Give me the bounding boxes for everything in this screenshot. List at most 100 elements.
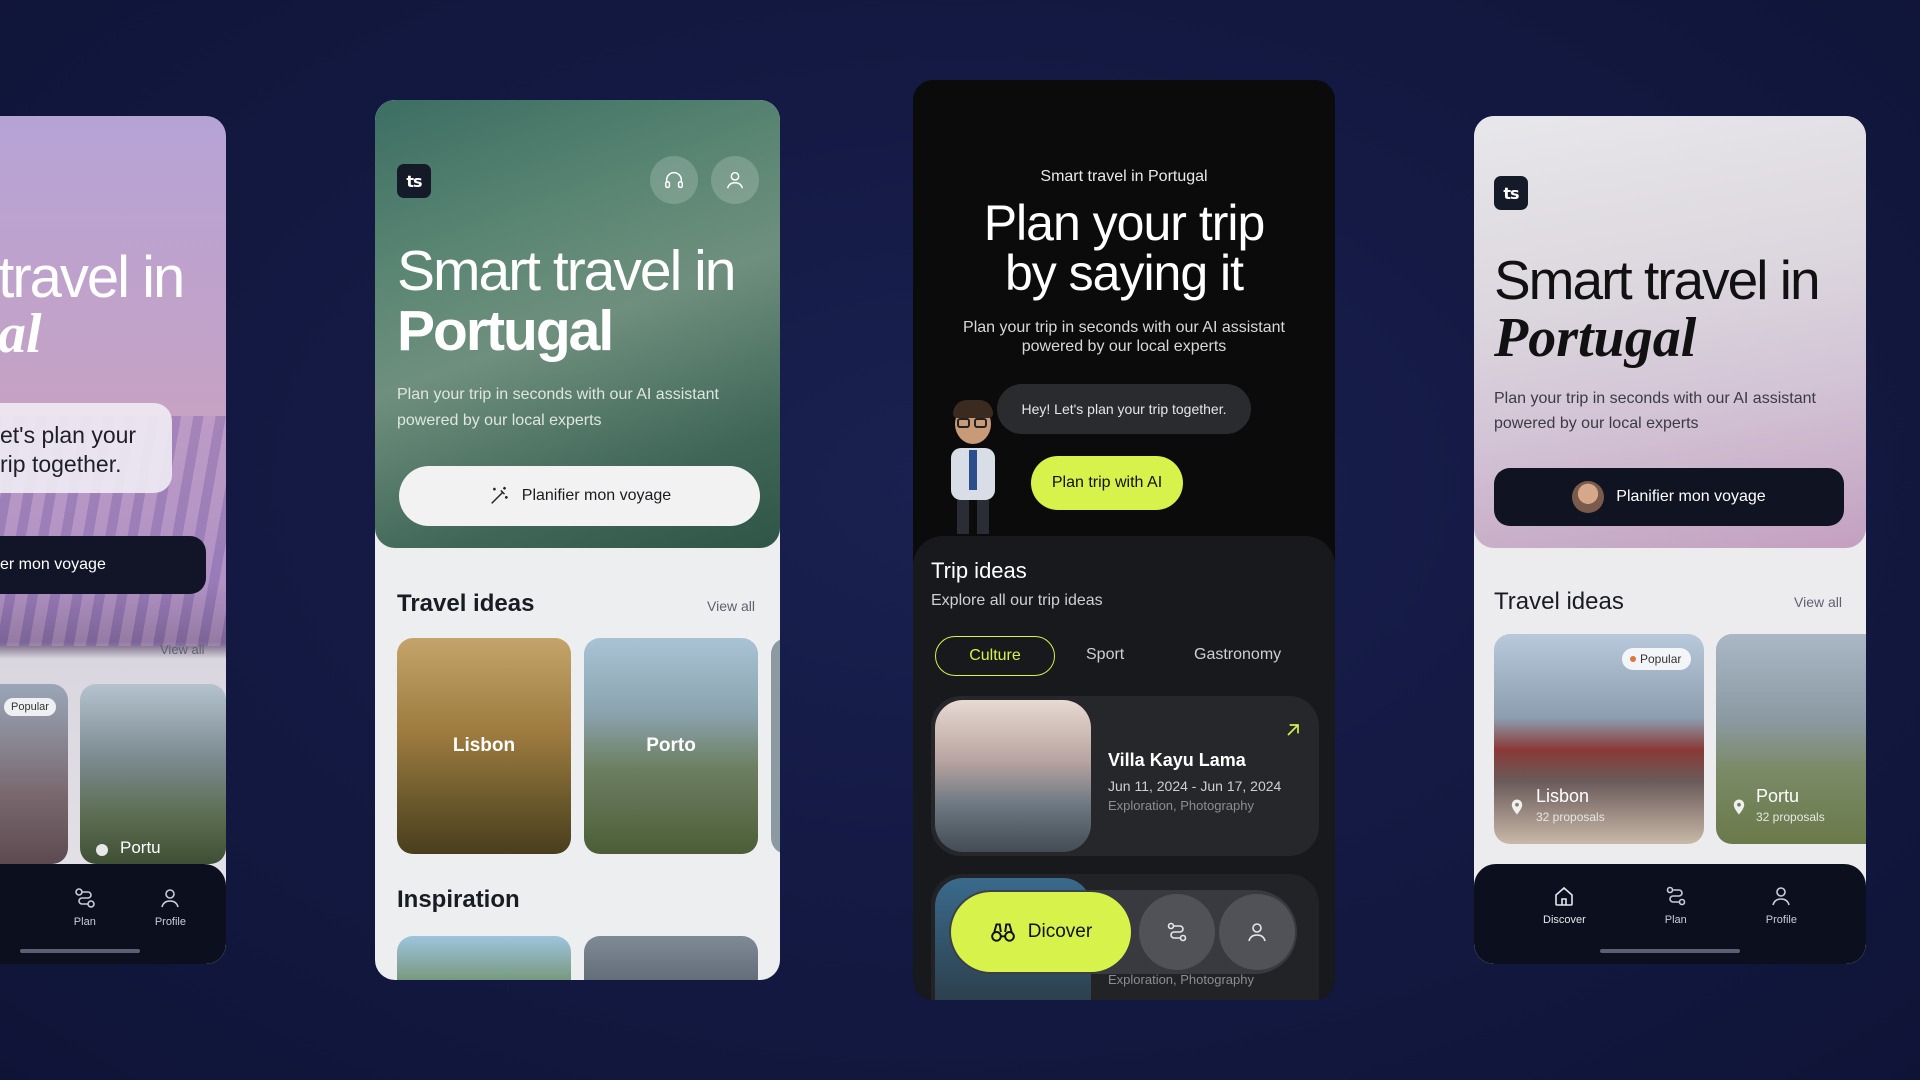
home-indicator xyxy=(1600,949,1740,953)
chat-bubble: Hey! Let's plan your trip together. xyxy=(997,384,1251,434)
card-label: Lisbon xyxy=(452,735,516,756)
nav-discover-label: Dicover xyxy=(1027,921,1093,942)
app-logo[interactable]: ts xyxy=(397,164,431,198)
travel-card-porto[interactable]: Portu 32 proposals xyxy=(1716,634,1866,844)
location-pin-icon xyxy=(1733,799,1745,815)
filter-sport[interactable]: Sport xyxy=(1086,646,1124,664)
card-label: Portu xyxy=(120,838,161,857)
travel-card-porto[interactable]: Portu xyxy=(80,684,226,864)
chat-bubble-text: Hey! Let's plan your trip together. xyxy=(1021,401,1227,417)
user-icon xyxy=(726,171,744,189)
route-icon xyxy=(75,888,95,908)
card-label: Porto xyxy=(646,735,696,756)
nav-profile-label: Profile xyxy=(154,916,186,928)
chat-bubble-text: et's plan your rip together. xyxy=(0,422,137,477)
trip-card[interactable]: Villa Kayu Lama Jun 11, 2024 - Jun 17, 2… xyxy=(931,696,1319,856)
nav-profile-button[interactable] xyxy=(1219,894,1295,970)
nav-profile[interactable]: Profile xyxy=(155,886,186,964)
plan-voyage-button[interactable]: Planifier mon voyage xyxy=(1494,468,1844,526)
card-label: Portu xyxy=(1756,786,1800,806)
profile-button[interactable] xyxy=(711,156,759,204)
trip-dates: Jun 11, 2024 - Jun 17, 2024 xyxy=(1108,778,1282,794)
card-label: Lisbon xyxy=(1536,786,1590,806)
location-pin-icon xyxy=(1511,799,1523,815)
magic-wand-icon xyxy=(490,486,508,504)
card-badge-text: Popular xyxy=(1640,652,1682,666)
hero-title-italic: gal xyxy=(0,303,42,365)
section-title-travel-ideas: Travel ideas xyxy=(397,590,535,617)
travel-card-next xyxy=(771,638,780,854)
section-title-trip-ideas: Trip ideas xyxy=(931,558,1027,583)
hero-subtitle: Plan your trip in seconds with our AI as… xyxy=(397,386,719,429)
phone-screen-4: ts Smart travel in Portugal Plan your tr… xyxy=(1474,116,1866,964)
trip-tags: Exploration, Photography xyxy=(1108,798,1254,813)
hero-subtitle: Plan your trip in seconds with our AI as… xyxy=(963,319,1285,355)
plan-voyage-label: Planifier mon voyage xyxy=(521,487,672,504)
view-all-link[interactable]: View all xyxy=(1794,594,1842,610)
trip-tags: Exploration, Photography xyxy=(1108,972,1254,987)
phone-screen-3: Smart travel in Portugal Plan your trip … xyxy=(913,80,1335,1000)
filter-culture-label: Culture xyxy=(969,647,1021,664)
avatar xyxy=(1572,481,1605,513)
nav-profile[interactable]: Profile xyxy=(1766,884,1797,964)
nav-discover[interactable]: Discover xyxy=(1543,884,1586,964)
user-icon xyxy=(161,889,180,908)
inspiration-card[interactable] xyxy=(397,936,571,980)
location-pin-icon xyxy=(96,844,108,856)
view-all-link[interactable]: View all xyxy=(707,598,755,614)
binoculars-icon xyxy=(990,923,1015,942)
section-title-inspiration: Inspiration xyxy=(397,886,520,913)
nav-plan-button[interactable] xyxy=(1139,894,1215,970)
route-icon xyxy=(1666,886,1686,906)
trip-card-photo xyxy=(935,700,1091,852)
phone-screen-1: t travel in gal et's plan your rip toget… xyxy=(0,116,226,964)
nav-discover-button[interactable]: Dicover xyxy=(951,892,1131,972)
user-icon xyxy=(1248,923,1266,942)
phone-screen-2: ts Smart travel in Portugal Plan your tr… xyxy=(375,100,780,980)
kicker-text: Smart travel in Portugal xyxy=(1040,168,1208,185)
route-icon xyxy=(1167,922,1187,942)
section-title-travel-ideas: Travel ideas xyxy=(1494,588,1624,615)
assistant-avatar xyxy=(941,400,1005,534)
headset-icon xyxy=(665,172,683,189)
home-icon xyxy=(1555,886,1574,906)
badge-dot-icon xyxy=(1630,656,1636,662)
plan-voyage-label: Planifier mon voyage xyxy=(1616,488,1766,505)
hero-title-line2: Portugal xyxy=(1494,307,1697,369)
plan-trip-ai-label: Plan trip with AI xyxy=(1051,474,1163,491)
support-button[interactable] xyxy=(650,156,698,204)
inspiration-card[interactable] xyxy=(584,936,758,980)
chat-bubble: et's plan your rip together. xyxy=(0,403,172,493)
nav-plan-label: Plan xyxy=(1664,914,1687,926)
hero-title-line1: Smart travel in xyxy=(397,239,736,303)
trip-ideas-sheet: Trip ideas Explore all our trip ideas Cu… xyxy=(913,536,1335,1000)
travel-card-lisbon[interactable]: Popular Lisbon 32 proposals xyxy=(1494,634,1704,844)
plan-voyage-label: er mon voyage xyxy=(0,556,106,573)
app-logo[interactable]: ts xyxy=(1494,176,1528,210)
card-badge: Popular xyxy=(1622,648,1692,670)
plan-voyage-button[interactable]: er mon voyage xyxy=(0,536,206,594)
trip-title: Villa Kayu Lama xyxy=(1108,750,1246,770)
travel-card-lisbon[interactable]: Popular xyxy=(0,684,68,864)
hero-title-line2: Portugal xyxy=(397,299,614,363)
nav-discover-label: Discover xyxy=(1543,914,1586,926)
arrow-up-right-icon[interactable] xyxy=(1283,720,1303,740)
view-all-link[interactable]: View all xyxy=(160,642,205,657)
travel-card-porto[interactable]: Porto xyxy=(584,638,758,854)
hero-subtitle: Plan your trip in seconds with our AI as… xyxy=(1494,390,1816,432)
hero-title: Plan your trip by saying it xyxy=(983,195,1266,301)
filter-culture[interactable]: Culture xyxy=(935,636,1055,676)
plan-trip-ai-button[interactable]: Plan trip with AI xyxy=(1031,456,1183,510)
nav-plan-label: Plan xyxy=(73,916,96,928)
travel-card-lisbon[interactable]: Lisbon xyxy=(397,638,571,854)
hero-title-line1: Smart travel in xyxy=(1494,249,1821,311)
card-sublabel: 32 proposals xyxy=(1536,810,1605,824)
nav-profile-label: Profile xyxy=(1765,914,1797,926)
card-sublabel: 32 proposals xyxy=(1756,810,1825,824)
filter-gastronomy[interactable]: Gastronomy xyxy=(1194,646,1281,664)
hero-title: t travel in xyxy=(0,245,185,310)
section-subtitle: Explore all our trip ideas xyxy=(931,592,1103,609)
floating-nav: Dicover xyxy=(949,890,1297,974)
plan-voyage-button[interactable]: Planifier mon voyage xyxy=(399,466,760,526)
user-icon xyxy=(1772,887,1791,906)
